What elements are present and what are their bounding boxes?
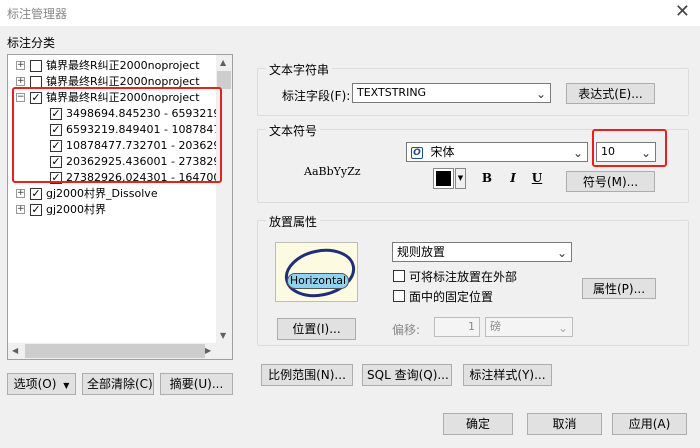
label-field-value: TEXTSTRING xyxy=(357,86,427,99)
underline-button[interactable]: U xyxy=(527,168,547,189)
dropdown-arrow-icon: ▼ xyxy=(63,381,70,390)
scroll-up-icon[interactable]: ▲ xyxy=(220,58,226,67)
place-outside-checkbox[interactable] xyxy=(393,270,405,282)
title-bar: 标注管理器 ✕ xyxy=(0,0,700,26)
apply-button[interactable]: 应用(A) xyxy=(612,413,687,435)
placement-preview-ellipse xyxy=(284,248,356,298)
class-highlight-box xyxy=(12,87,222,183)
label-classes-heading: 标注分类 xyxy=(7,36,56,50)
tree-checkbox[interactable] xyxy=(30,60,42,72)
bold-button[interactable]: B xyxy=(477,168,497,189)
scale-range-button[interactable]: 比例范围(N)... xyxy=(261,364,353,386)
text-symbol-preview: AaBbYyZz xyxy=(304,165,361,178)
tree-row-label: gj2000村界_Dissolve xyxy=(46,187,158,200)
options-button[interactable]: 选项(O) ▼ xyxy=(7,373,76,395)
window-title: 标注管理器 xyxy=(7,7,68,21)
color-dropdown-arrow-icon[interactable]: ▼ xyxy=(455,168,466,189)
symbol-button[interactable]: 符号(M)... xyxy=(566,171,655,192)
chevron-down-icon: ⌄ xyxy=(535,87,546,101)
text-string-label: 文本字符串 xyxy=(266,61,333,78)
tree-row[interactable]: + 镇界最终R纠正2000noproject xyxy=(8,58,218,74)
ok-button[interactable]: 确定 xyxy=(443,413,513,435)
expression-button[interactable]: 表达式(E)... xyxy=(566,83,655,104)
placement-mode-value: 规则放置 xyxy=(397,245,446,259)
offset-unit-select[interactable]: 磅 ⌄ xyxy=(485,317,573,337)
place-outside-label: 可将标注放置在外部 xyxy=(409,270,518,284)
offset-input[interactable]: 1 xyxy=(434,317,480,337)
chevron-down-icon: ⌄ xyxy=(557,321,568,335)
tree-row-label: gj2000村界 xyxy=(46,203,107,216)
placement-mode-select[interactable]: 规则放置 ⌄ xyxy=(392,242,572,262)
expand-icon[interactable]: + xyxy=(16,77,25,86)
color-swatch xyxy=(436,171,451,186)
fixed-position-label: 面中的固定位置 xyxy=(409,290,494,304)
placement-preview: Horizontal xyxy=(275,242,358,302)
properties-button[interactable]: 属性(P)... xyxy=(582,278,656,299)
font-name-value: 宋体 xyxy=(430,145,455,159)
tree-horizontal-scrollbar[interactable]: ◀ ▶ xyxy=(8,343,216,359)
text-symbol-label: 文本符号 xyxy=(266,122,321,139)
scroll-right-icon[interactable]: ▶ xyxy=(205,346,211,355)
chevron-down-icon: ⌄ xyxy=(572,146,583,160)
close-icon[interactable]: ✕ xyxy=(675,1,690,23)
placement-label: 放置属性 xyxy=(266,213,321,230)
options-label: 选项(O) xyxy=(13,377,57,391)
font-name-select[interactable]: O 宋体 ⌄ xyxy=(406,142,588,162)
expand-icon[interactable]: + xyxy=(16,189,25,198)
offset-label: 偏移: xyxy=(392,323,421,337)
tree-row[interactable]: + ✓ gj2000村界_Dissolve xyxy=(8,186,218,202)
tree-checkbox[interactable]: ✓ xyxy=(30,204,42,216)
hscroll-thumb[interactable] xyxy=(25,344,205,358)
font-size-highlight-box xyxy=(592,129,667,167)
fixed-position-checkbox[interactable] xyxy=(393,290,405,302)
label-field-select[interactable]: TEXTSTRING ⌄ xyxy=(352,83,551,103)
clear-all-button[interactable]: 全部清除(C) xyxy=(82,373,154,395)
scroll-left-icon[interactable]: ◀ xyxy=(12,346,18,355)
color-picker[interactable] xyxy=(433,168,454,189)
scroll-down-icon[interactable]: ▼ xyxy=(220,331,226,340)
tree-row-label: 镇界最终R纠正2000noproject xyxy=(46,59,200,72)
label-style-button[interactable]: 标注样式(Y)... xyxy=(463,364,552,386)
label-field-caption: 标注字段(F): xyxy=(282,89,351,103)
position-button[interactable]: 位置(I)... xyxy=(277,318,356,340)
tree-row[interactable]: + ✓ gj2000村界 xyxy=(8,202,218,218)
expand-icon[interactable]: + xyxy=(16,205,25,214)
horizontal-preview-label: Horizontal xyxy=(287,273,349,289)
expand-icon[interactable]: + xyxy=(16,61,25,70)
summary-button[interactable]: 摘要(U)... xyxy=(160,373,233,395)
chevron-down-icon: ⌄ xyxy=(556,246,567,260)
tree-checkbox[interactable]: ✓ xyxy=(30,188,42,200)
offset-unit-value: 磅 xyxy=(490,320,501,333)
opentype-font-icon: O xyxy=(411,147,423,159)
place-outside-checkbox-row[interactable]: 可将标注放置在外部 xyxy=(392,268,592,284)
italic-button[interactable]: I xyxy=(503,168,523,189)
fixed-position-checkbox-row[interactable]: 面中的固定位置 xyxy=(392,288,592,304)
sql-query-button[interactable]: SQL 查询(Q)... xyxy=(362,364,452,386)
cancel-button[interactable]: 取消 xyxy=(527,413,602,435)
